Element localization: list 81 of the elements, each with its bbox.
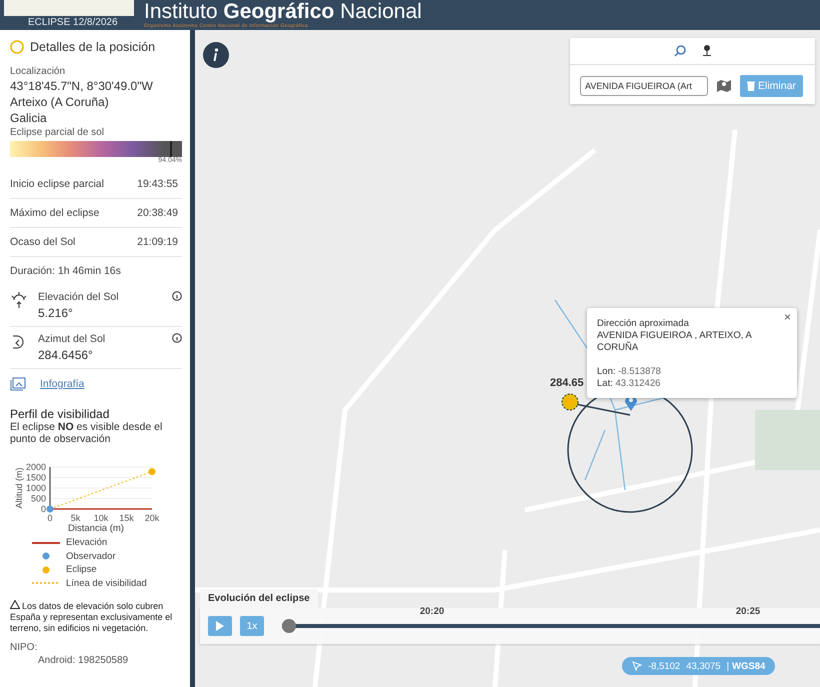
- pill-lon: -8,5102: [648, 660, 680, 672]
- y-axis-label: Altitud (m): [14, 468, 24, 508]
- region-name: Galicia: [10, 111, 48, 125]
- elevation-note: Los datos de elevación solo cubren España y representan exclusivamente el terreno, sin edificios ni vegetación.: [10, 600, 174, 634]
- profile-text: El eclipse NO es visible desde el punto de observación: [10, 421, 164, 445]
- pill-separator: |: [726, 660, 730, 672]
- cursor-icon: [632, 661, 642, 671]
- eclipse-point: [148, 468, 156, 476]
- event-date: ECLIPSE 12/8/2026: [27, 16, 119, 29]
- legend-dotted-line-icon: [32, 581, 60, 586]
- y-tick-label: 500: [30, 494, 46, 504]
- panel-title: Detalles de la posición: [30, 40, 156, 54]
- info-icon[interactable]: [172, 291, 182, 301]
- pin-icon[interactable]: [702, 44, 712, 58]
- search-icon[interactable]: [674, 45, 686, 57]
- x-tick-label: 0: [48, 513, 52, 523]
- profile-title: Perfil de visibilidad: [10, 407, 110, 421]
- header-title: Instituto Geográfico Nacional: [144, 1, 422, 23]
- lon-value: -8.513878: [618, 366, 661, 377]
- popup-address: AVENIDA FIGUEIROA , ARTEIXO, A CORUÑA: [597, 330, 753, 354]
- time-label: Máximo del eclipse: [10, 207, 100, 219]
- time-label: Inicio eclipse parcial: [10, 178, 104, 190]
- info-button[interactable]: [203, 42, 229, 68]
- nipo-label: NIPO:: [10, 642, 38, 653]
- legend-dot-icon: [42, 552, 50, 560]
- x-tick-label: 10k: [94, 513, 108, 523]
- legend-label: Eclipse: [66, 564, 97, 576]
- sun-label: Elevación del Sol: [38, 291, 120, 303]
- sun-marker-icon[interactable]: [561, 393, 579, 411]
- place-name: Arteixo (A Coruña): [10, 95, 110, 109]
- time-label: Ocaso del Sol: [10, 236, 76, 248]
- delete-button[interactable]: Eliminar: [740, 75, 803, 97]
- x-axis-label: Distancia (m): [68, 523, 124, 534]
- timeline-title: Evolución del eclipse: [200, 589, 318, 608]
- lon-label: Lon:: [597, 366, 616, 377]
- sunset-icon: [10, 291, 28, 309]
- legend-label: Elevación: [66, 537, 108, 548]
- y-tick-label: 1000: [26, 483, 46, 493]
- duration: Duración: 1h 46min 16s: [10, 265, 121, 277]
- legend-label: Línea de visibilidad: [66, 578, 147, 589]
- warning-icon: [10, 600, 20, 609]
- location-label: Localización: [10, 66, 66, 77]
- y-tick-label: 0: [40, 504, 46, 514]
- pill-crs: WGS84: [732, 660, 766, 672]
- x-tick-label: 5k: [70, 513, 80, 523]
- address-input[interactable]: AVENIDA FIGUEIROA (Art: [580, 76, 708, 96]
- y-tick-label: 2000: [26, 462, 46, 472]
- x-tick-label: 15k: [119, 513, 134, 523]
- close-button[interactable]: ×: [782, 310, 793, 324]
- sun-label: Azimut del Sol: [38, 333, 106, 345]
- info-icon: [213, 48, 219, 62]
- sun-value: 284.6456°: [38, 348, 94, 362]
- trash-icon: [747, 81, 755, 91]
- coordinates: 43°18'45.7"N, 8°30'49.0"W: [10, 79, 154, 93]
- infographic-link[interactable]: Infografía: [40, 378, 84, 390]
- image-icon: [10, 377, 26, 391]
- legend-dot-icon: [42, 566, 50, 574]
- time-tick-label: 20:20: [420, 606, 444, 617]
- map-pin-icon[interactable]: [716, 79, 732, 93]
- speed-button[interactable]: 1x: [240, 616, 264, 636]
- time-value: 20:38:49: [137, 207, 178, 219]
- sun-value: 5.216°: [38, 306, 74, 320]
- timeline-thumb[interactable]: [282, 619, 296, 633]
- time-value: 21:09:19: [137, 236, 178, 248]
- legend-label: Observador: [66, 550, 116, 562]
- azimuth-label: 284.65: [550, 377, 584, 389]
- time-value: 19:43:55: [137, 178, 178, 190]
- lat-label: Lat:: [597, 378, 613, 389]
- info-icon[interactable]: [172, 333, 182, 343]
- android-nipo: Android: 198250589: [37, 655, 130, 666]
- timeline-slider[interactable]: [282, 619, 820, 633]
- x-tick-label: 20k: [144, 513, 160, 523]
- observer-point: [46, 506, 54, 512]
- time-tick-label: 20:25: [736, 606, 760, 617]
- eclipse-icon: [10, 40, 24, 54]
- lat-value: 43.312426: [616, 378, 660, 389]
- play-icon: [216, 621, 224, 631]
- popup-title: Dirección aproximada: [597, 318, 690, 330]
- y-tick-label: 1500: [26, 472, 46, 482]
- pill-lat: 43,3075: [686, 660, 721, 672]
- eclipse-type: Eclipse parcial de sol: [10, 127, 105, 138]
